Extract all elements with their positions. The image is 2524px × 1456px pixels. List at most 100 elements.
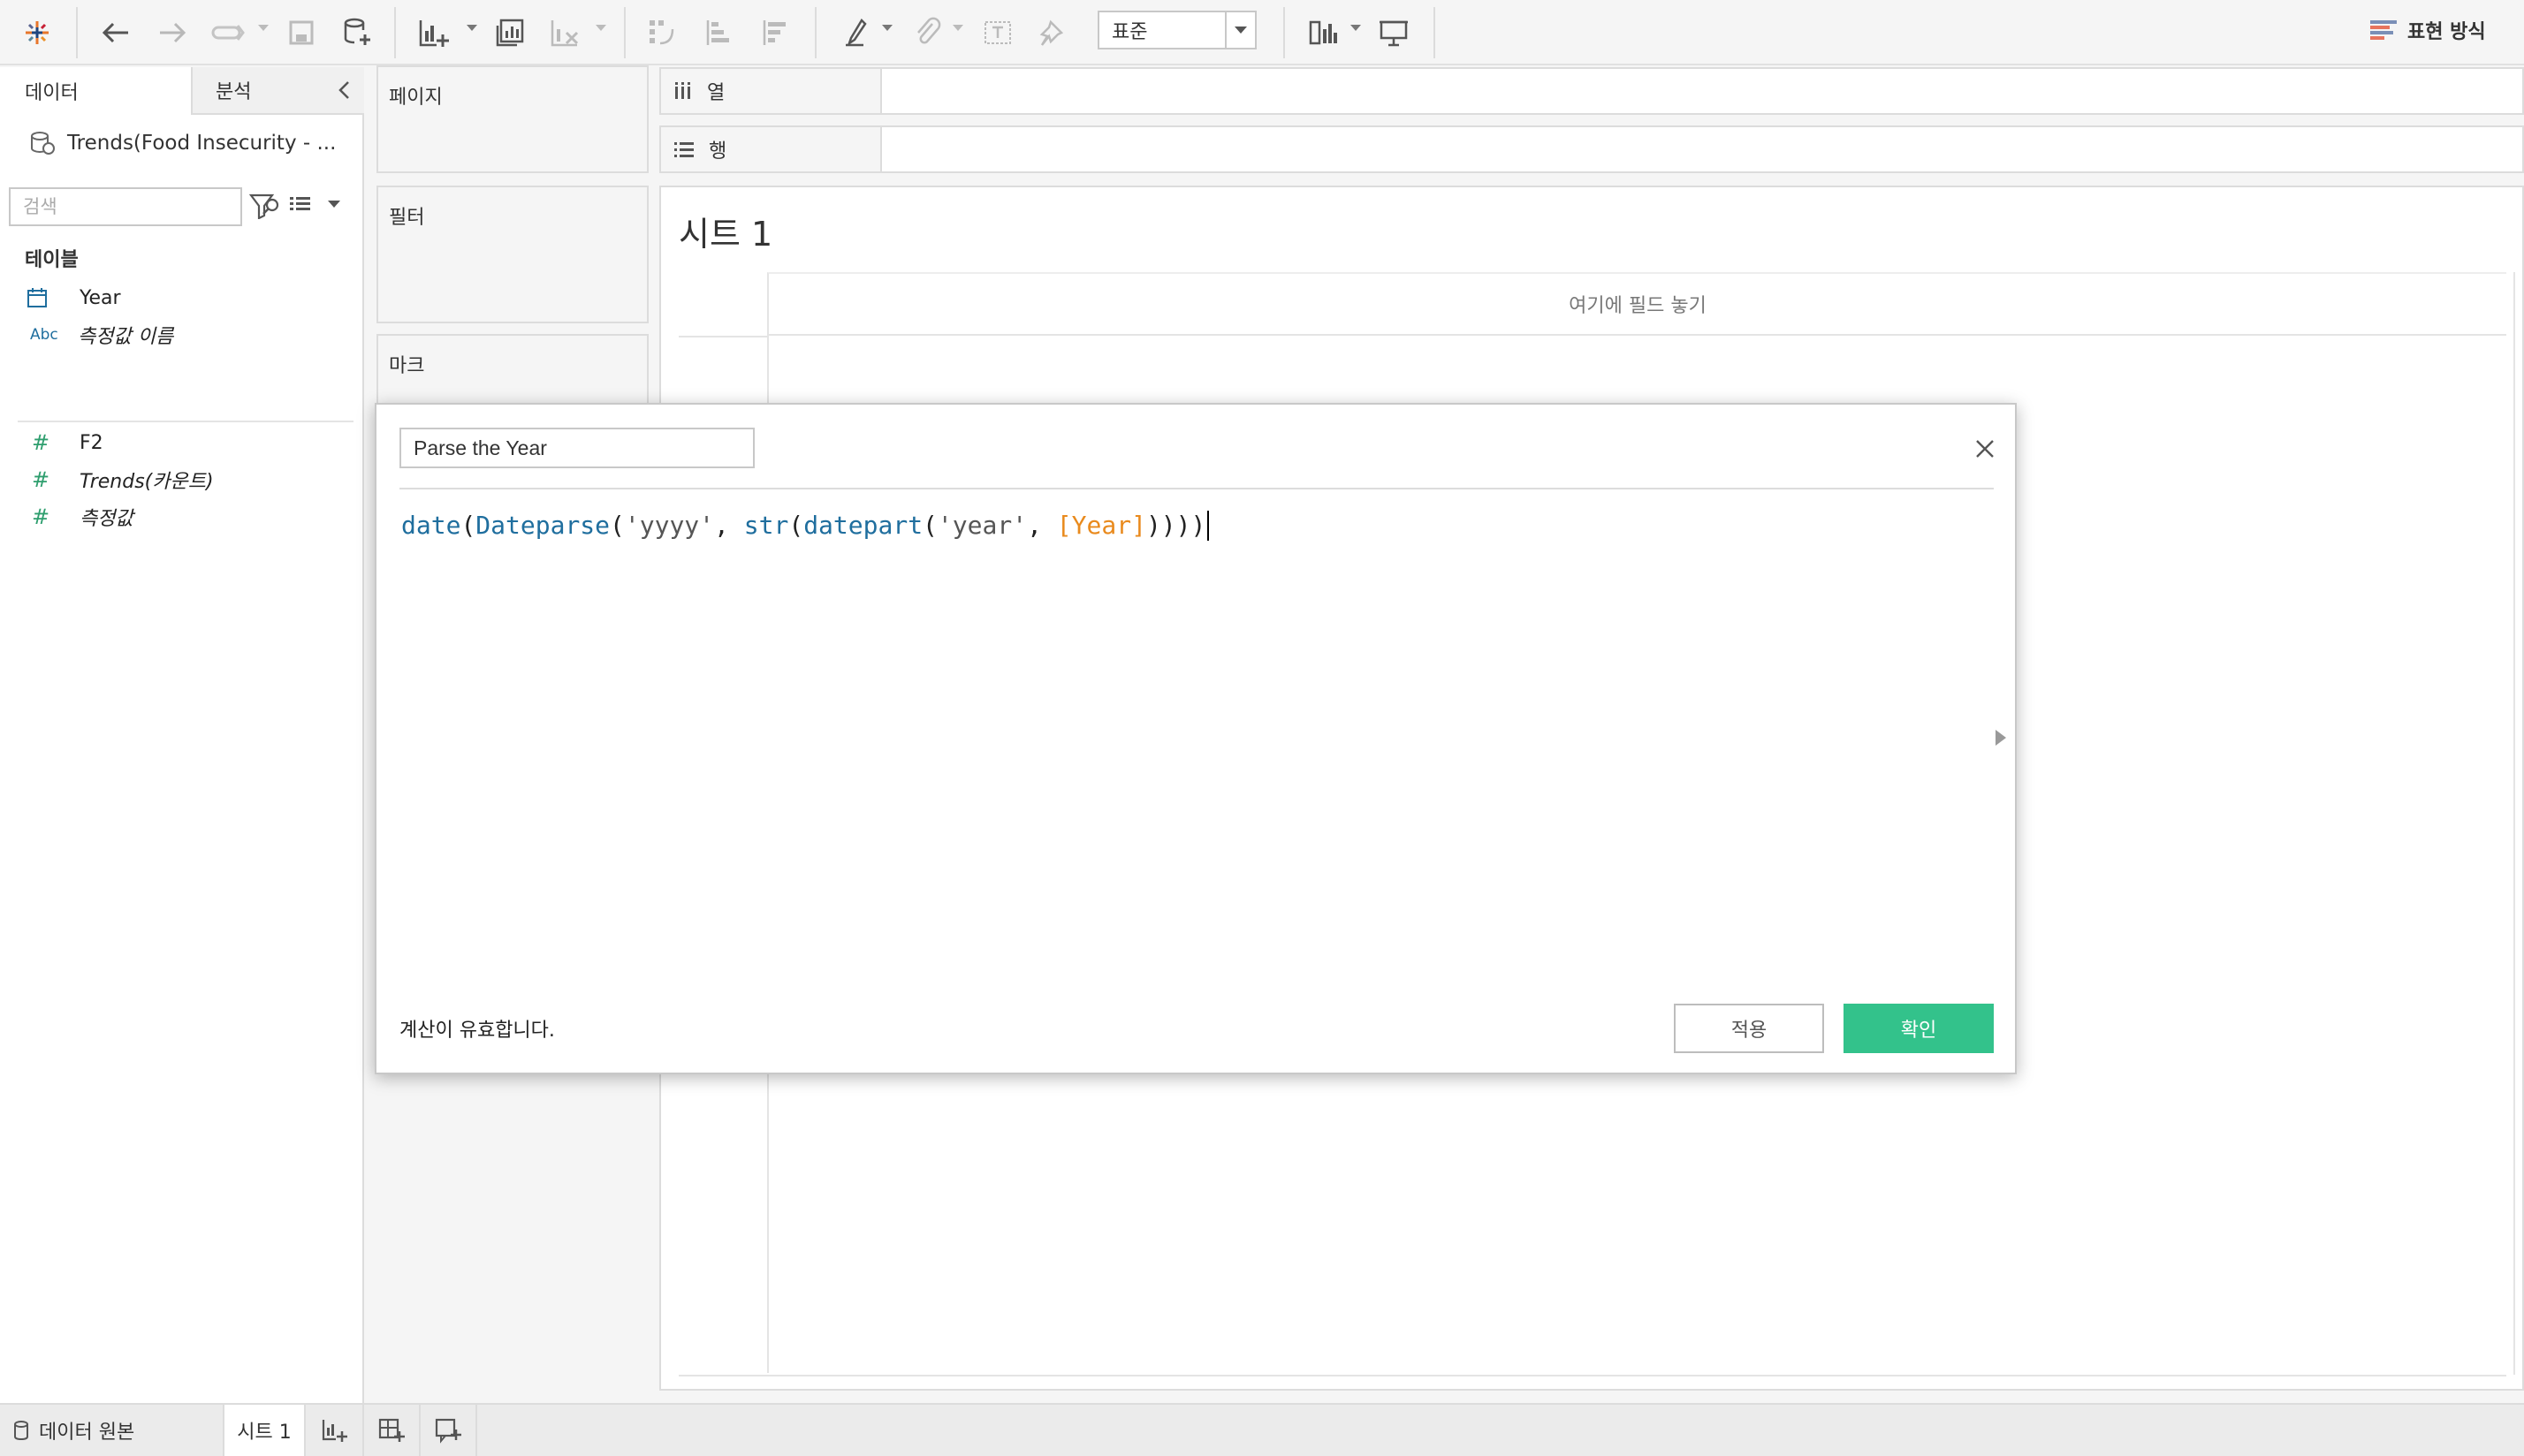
datasource-tab[interactable]: 데이터 원본	[0, 1405, 224, 1456]
search-input[interactable]	[11, 190, 260, 224]
fit-dropdown-value: 표준	[1112, 21, 1148, 43]
formula-token: (	[460, 511, 476, 540]
formula-token: 'yyyy'	[624, 511, 715, 540]
formula-token: (	[788, 511, 804, 540]
tab-analysis[interactable]: 분석	[193, 67, 364, 115]
sort-descending-icon[interactable]	[755, 11, 795, 55]
new-worksheet-icon[interactable]	[414, 11, 454, 55]
calculation-name-input[interactable]	[399, 428, 755, 468]
fit-dropdown[interactable]: 표준	[1098, 11, 1257, 49]
dimension-measure-divider	[18, 421, 354, 422]
new-dashboard-tab-icon[interactable]	[364, 1405, 421, 1456]
new-worksheet-tab-icon[interactable]	[308, 1405, 364, 1456]
replay-icon[interactable]	[209, 11, 249, 55]
save-icon[interactable]	[281, 11, 322, 55]
dialog-divider	[399, 488, 1994, 489]
field-trends-count[interactable]: # Trends(카운트)	[27, 461, 214, 498]
formula-token: (	[610, 511, 625, 540]
formula-token: datepart	[803, 511, 924, 540]
tab-analysis-label: 분석	[216, 81, 252, 103]
ok-button[interactable]: 확인	[1844, 1004, 1994, 1053]
field-label: 측정값 이름	[78, 326, 174, 348]
redo-icon[interactable]	[152, 11, 193, 55]
field-f2[interactable]: # F2	[27, 424, 103, 461]
sheet-bottom-line	[679, 1375, 2506, 1376]
formula-token: date	[401, 511, 461, 540]
datasource-item[interactable]: Trends(Food Insecurity - ...	[28, 124, 336, 163]
show-cards-icon[interactable]	[1301, 11, 1349, 55]
rows-shelf: 행	[659, 125, 2524, 173]
swap-rows-columns-icon[interactable]	[642, 11, 682, 55]
data-pane: 데이터 분석 Trends(Food Insecurity - ... 테이블 …	[0, 67, 364, 1403]
close-icon[interactable]	[1967, 431, 2003, 466]
field-measure-values[interactable]: # 측정값	[27, 498, 133, 535]
calculation-status: 계산이 유효합니다.	[399, 1020, 555, 1042]
apply-button[interactable]: 적용	[1674, 1004, 1824, 1053]
formula-editor[interactable]: date(Dateparse('yyyy', str(datepart('yea…	[401, 511, 1210, 541]
columns-shelf-label: 열	[661, 69, 882, 113]
chevron-down-icon[interactable]	[1225, 12, 1255, 48]
presentation-mode-icon[interactable]	[1373, 11, 1414, 55]
fix-axes-icon[interactable]	[1034, 11, 1075, 55]
number-measure-icon: #	[32, 504, 50, 529]
tab-sheet-1[interactable]: 시트 1	[224, 1405, 306, 1456]
database-icon	[12, 1420, 30, 1441]
filters-card[interactable]: 필터	[376, 186, 649, 323]
string-dimension-icon: Abc	[30, 326, 58, 344]
pages-card[interactable]: 페이지	[376, 65, 649, 173]
number-measure-icon: #	[32, 430, 50, 455]
expand-functions-icon[interactable]	[1996, 730, 2006, 746]
clear-sheet-icon[interactable]	[544, 11, 585, 55]
field-label: Trends(카운트)	[80, 471, 214, 493]
show-me-label: 표현 방식	[2407, 21, 2486, 43]
formula-token: [Year]	[1056, 511, 1146, 540]
formula-token: 'year'	[937, 511, 1028, 540]
field-label: Year	[80, 286, 121, 309]
formula-token: (	[923, 511, 938, 540]
rows-icon	[673, 140, 695, 159]
datasource-icon	[28, 129, 57, 157]
columns-shelf: 열	[659, 67, 2524, 115]
text-cursor	[1207, 511, 1210, 541]
collapse-pane-icon[interactable]	[336, 80, 352, 101]
sheet-tab-bar: 데이터 원본 시트 1	[0, 1403, 2524, 1456]
formula-token: ,	[714, 511, 744, 540]
datasource-tab-label: 데이터 원본	[39, 1422, 135, 1444]
duplicate-sheet-icon[interactable]	[490, 11, 530, 55]
marks-card-title: 마크	[389, 355, 425, 377]
row-header-line	[679, 336, 767, 337]
filter-icon[interactable]	[249, 193, 274, 219]
columns-icon	[673, 81, 693, 101]
field-year[interactable]: Year	[27, 279, 121, 316]
formula-token: str	[743, 511, 789, 540]
field-label: F2	[80, 431, 103, 454]
group-members-icon[interactable]	[907, 11, 947, 55]
search-box	[9, 187, 279, 226]
formula-token: Dateparse	[475, 511, 611, 540]
formula-token: ))))	[1145, 511, 1206, 540]
field-label: 측정값	[80, 508, 133, 530]
sort-ascending-icon[interactable]	[698, 11, 739, 55]
new-story-tab-icon[interactable]	[421, 1405, 477, 1456]
number-measure-icon: #	[32, 467, 50, 492]
show-mark-labels-icon[interactable]	[977, 11, 1018, 55]
new-datasource-icon[interactable]	[338, 11, 378, 55]
chevron-down-icon[interactable]	[327, 200, 341, 209]
undo-icon[interactable]	[95, 11, 136, 55]
columns-shelf-title: 열	[707, 82, 726, 104]
drop-field-zone[interactable]: 여기에 필드 놓기	[767, 272, 2506, 336]
filters-card-title: 필터	[389, 207, 425, 229]
tab-data[interactable]: 데이터	[0, 67, 193, 115]
view-list-icon[interactable]	[288, 193, 315, 217]
pages-card-title: 페이지	[389, 87, 443, 109]
rows-shelf-title: 행	[709, 140, 727, 163]
tableau-logo-icon[interactable]	[18, 11, 57, 55]
sheet-right-line	[2513, 272, 2515, 1375]
rows-drop-zone[interactable]	[882, 127, 2522, 171]
show-me-button[interactable]: 표현 방식	[2368, 11, 2510, 49]
sheet-title[interactable]: 시트 1	[679, 207, 772, 255]
toolbar: 표준 표현 방식	[0, 0, 2524, 65]
highlight-icon[interactable]	[838, 11, 878, 55]
field-measure-names[interactable]: Abc 측정값 이름	[30, 316, 173, 353]
columns-drop-zone[interactable]	[882, 69, 2522, 113]
